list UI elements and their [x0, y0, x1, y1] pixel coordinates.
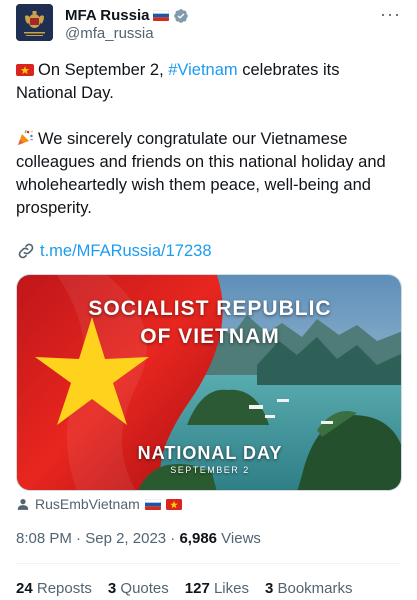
- tweet-text: On September 2, #Vietnam celebrates its …: [16, 59, 401, 243]
- more-options-icon[interactable]: ···: [380, 4, 401, 24]
- russia-flag-icon: [153, 10, 170, 21]
- tweet-date[interactable]: Sep 2, 2023: [85, 530, 166, 547]
- verified-badge-icon[interactable]: [173, 8, 189, 24]
- image-subtitle: NATIONAL DAY: [137, 443, 283, 463]
- likes-stat[interactable]: 127 Likes: [185, 580, 249, 597]
- quotes-count: 3: [107, 580, 117, 597]
- hashtag-link[interactable]: #Vietnam: [168, 61, 237, 79]
- tweet-meta: 8:08 PM · Sep 2, 2023 · 6,986 Views: [16, 530, 261, 547]
- divider: [16, 563, 401, 564]
- reposts-label: Reposts: [32, 580, 92, 597]
- tagged-user-row[interactable]: RusEmbVietnam: [16, 496, 182, 512]
- tweet-paragraph-2: We sincerely congratulate our Vietnamese…: [16, 128, 401, 220]
- bookmarks-label: Bookmarks: [273, 580, 353, 597]
- link-icon: [18, 243, 34, 259]
- external-link-row[interactable]: t.me/MFARussia/17238: [16, 240, 212, 262]
- author-handle[interactable]: @mfa_russia: [65, 25, 154, 42]
- person-icon: [17, 499, 29, 510]
- likes-label: Likes: [209, 580, 249, 597]
- quotes-label: Quotes: [116, 580, 169, 597]
- image-title-line-2: OF VIETNAM: [140, 325, 280, 348]
- bookmarks-stat[interactable]: 3 Bookmarks: [265, 580, 353, 597]
- external-link[interactable]: t.me/MFARussia/17238: [40, 240, 212, 262]
- tweet-text-pre: On September 2,: [38, 61, 169, 79]
- party-popper-icon: [18, 129, 33, 145]
- russia-flag-icon: [144, 498, 161, 510]
- tweet-paragraph-1: On September 2, #Vietnam celebrates its …: [16, 59, 401, 105]
- image-title-line-1: SOCIALIST REPUBLIC: [88, 297, 332, 320]
- reposts-count: 24: [16, 580, 33, 597]
- tweet-image[interactable]: SOCIALIST REPUBLIC OF VIETNAM NATIONAL D…: [16, 274, 402, 491]
- vietnam-flag-icon: [16, 64, 34, 76]
- likes-count: 127: [184, 580, 210, 597]
- views-label: Views: [217, 530, 261, 547]
- meta-separator: ·: [71, 530, 86, 547]
- tweet-header: MFA Russia @mfa_russia ···: [16, 4, 401, 44]
- meta-separator: ·: [166, 530, 180, 547]
- tweet-text-congrats: We sincerely congratulate our Vietnamese…: [16, 130, 386, 217]
- tagged-user-name[interactable]: RusEmbVietnam: [35, 496, 140, 512]
- engagement-stats: 24 Reposts 3 Quotes 127 Likes 3 Bookmark…: [16, 580, 353, 597]
- views-count: 6,986: [179, 530, 218, 547]
- reposts-stat[interactable]: 24 Reposts: [16, 580, 92, 597]
- author-name-row: MFA Russia: [65, 7, 189, 24]
- image-date: SEPTEMBER 2: [170, 465, 250, 475]
- vietnam-flag-icon: [165, 498, 182, 510]
- avatar[interactable]: [16, 4, 53, 41]
- author-name[interactable]: MFA Russia: [65, 7, 149, 24]
- tweet-time[interactable]: 8:08 PM: [16, 530, 72, 547]
- quotes-stat[interactable]: 3 Quotes: [108, 580, 169, 597]
